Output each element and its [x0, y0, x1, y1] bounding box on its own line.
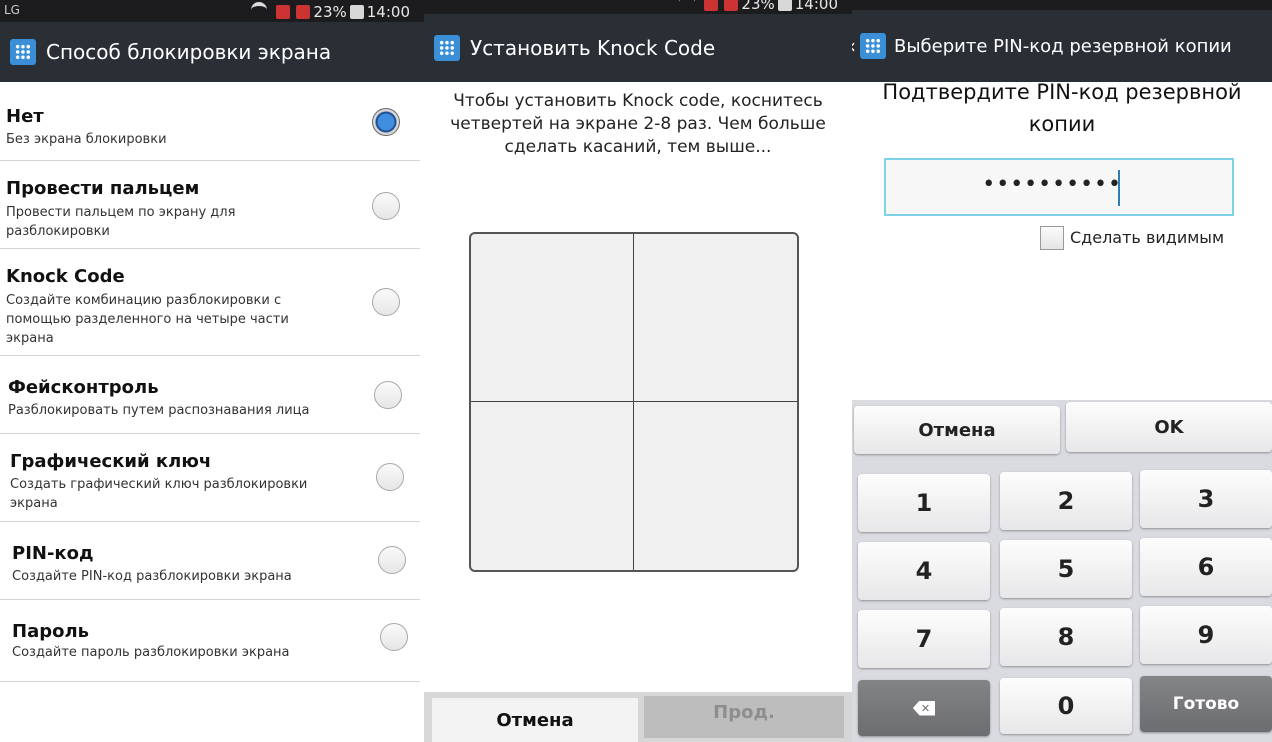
knock-quadrant-top-left[interactable]	[471, 234, 634, 402]
pin-input[interactable]: ••••••••••	[884, 158, 1234, 216]
knock-quadrant-bottom-right[interactable]	[634, 402, 797, 570]
settings-grid-icon	[10, 39, 36, 65]
radio-button[interactable]	[376, 463, 404, 491]
backup-pin-screen: ‹ Выберите PIN-код резервной копии Подтв…	[852, 0, 1272, 742]
knock-code-instruction: Чтобы установить Knock code, коснитесь ч…	[450, 91, 826, 157]
option-knock-code[interactable]: Knock Code Создайте комбинацию разблокир…	[0, 248, 420, 356]
lock-method-screen: LG 23% 14:00 Способ блокировки экрана Нет…	[0, 0, 424, 742]
status-bar	[852, 0, 1272, 10]
status-bar: 23% 14:00	[424, 0, 852, 14]
option-title: Нет	[6, 106, 44, 127]
action-bar: ‹ Выберите PIN-код резервной копии	[852, 10, 1272, 82]
radio-button[interactable]	[372, 288, 400, 316]
key-6[interactable]: 6	[1140, 538, 1272, 596]
status-bar: LG 23% 14:00	[0, 0, 424, 22]
option-subtitle: Разблокировать путем распознавания лица	[8, 403, 310, 418]
page-title: Способ блокировки экрана	[46, 40, 332, 64]
wifi-icon	[251, 2, 268, 18]
option-title: PIN-код	[12, 543, 94, 564]
knock-grid	[469, 232, 799, 572]
battery-percent: 23%	[313, 3, 347, 21]
option-title: Knock Code	[6, 266, 125, 287]
done-key[interactable]: Готово	[1140, 676, 1272, 732]
key-1[interactable]: 1	[858, 474, 990, 532]
option-subtitle: Провести пальцем по экрану для разблокир…	[6, 205, 236, 239]
option-pin[interactable]: PIN-код Создайте PIN-код разблокировки э…	[0, 521, 420, 600]
key-0[interactable]: 0	[1000, 678, 1132, 734]
keyboard-cancel-button[interactable]: Отмена	[854, 406, 1060, 454]
knock-quadrant-bottom-left[interactable]	[471, 402, 634, 570]
option-title: Пароль	[12, 621, 90, 642]
option-subtitle: Создайте пароль разблокировки экрана	[12, 645, 290, 660]
clock: 14:00	[794, 0, 838, 13]
option-swipe[interactable]: Провести пальцем Провести пальцем по экр…	[0, 160, 420, 249]
option-none[interactable]: Нет Без экрана блокировки	[0, 82, 420, 161]
bottom-bar: Отмена Прод.	[424, 692, 852, 742]
pin-value: ••••••••••	[982, 172, 1122, 197]
radio-button[interactable]	[372, 192, 400, 220]
keyboard-ok-button[interactable]: OK	[1066, 402, 1272, 452]
page-title: Установить Knock Code	[470, 36, 716, 60]
key-5[interactable]: 5	[1000, 540, 1132, 598]
option-subtitle: Создайте комбинацию разблокировки с помо…	[6, 293, 289, 346]
radio-button[interactable]	[380, 623, 408, 651]
option-password[interactable]: Пароль Создайте пароль разблокировки экр…	[0, 599, 420, 682]
key-7[interactable]: 7	[858, 610, 990, 668]
no-sim-icon	[724, 0, 739, 11]
option-title: Графический ключ	[10, 451, 212, 472]
option-title: Провести пальцем	[6, 178, 200, 199]
action-bar: Установить Knock Code	[424, 14, 852, 82]
carrier-label: LG	[4, 3, 20, 17]
numeric-keyboard: Отмена OK 1 2 3 4 5 6 7 8 9 ✕ 0 Готово	[852, 400, 1272, 742]
key-4[interactable]: 4	[858, 542, 990, 600]
option-subtitle: Создайте PIN-код разблокировки экрана	[12, 569, 292, 584]
knock-code-screen: 23% 14:00 Установить Knock Code Чтобы уст…	[424, 0, 852, 742]
action-bar: Способ блокировки экрана	[0, 22, 424, 82]
knock-quadrant-top-right[interactable]	[634, 234, 797, 402]
show-pin-label: Сделать видимым	[1070, 228, 1225, 247]
page-title: Выберите PIN-код резервной копии	[894, 35, 1232, 57]
option-subtitle: Создать графический ключ разблокировки э…	[10, 477, 308, 511]
no-sim-icon	[296, 5, 311, 19]
radio-selected[interactable]	[372, 108, 400, 136]
battery-icon	[777, 0, 792, 11]
no-sim-icon	[704, 0, 719, 11]
next-button[interactable]: Прод.	[644, 696, 844, 738]
option-subtitle: Без экрана блокировки	[6, 132, 167, 147]
radio-button[interactable]	[378, 546, 406, 574]
key-9[interactable]: 9	[1140, 606, 1272, 664]
battery-percent: 23%	[741, 0, 775, 13]
backspace-key[interactable]: ✕	[858, 680, 990, 736]
wifi-icon	[679, 0, 695, 10]
show-pin-checkbox[interactable]	[1040, 226, 1064, 250]
option-pattern[interactable]: Графический ключ Создать графический клю…	[0, 433, 420, 522]
no-sim-icon	[276, 5, 291, 19]
confirm-pin-heading: Подтвердите PIN-код резервной копии	[882, 80, 1242, 136]
key-8[interactable]: 8	[1000, 608, 1132, 666]
option-title: Фейсконтроль	[8, 377, 159, 398]
battery-icon	[349, 5, 364, 19]
back-chevron-icon[interactable]: ‹	[852, 34, 856, 58]
clock: 14:00	[366, 3, 410, 21]
key-2[interactable]: 2	[1000, 472, 1132, 530]
backspace-icon: ✕	[912, 700, 936, 716]
settings-grid-icon	[860, 33, 886, 59]
option-face-unlock[interactable]: Фейсконтроль Разблокировать путем распоз…	[0, 355, 420, 434]
settings-grid-icon	[434, 35, 460, 61]
cancel-button[interactable]: Отмена	[432, 698, 638, 742]
key-3[interactable]: 3	[1140, 470, 1272, 528]
text-caret	[1118, 170, 1120, 206]
radio-button[interactable]	[374, 381, 402, 409]
